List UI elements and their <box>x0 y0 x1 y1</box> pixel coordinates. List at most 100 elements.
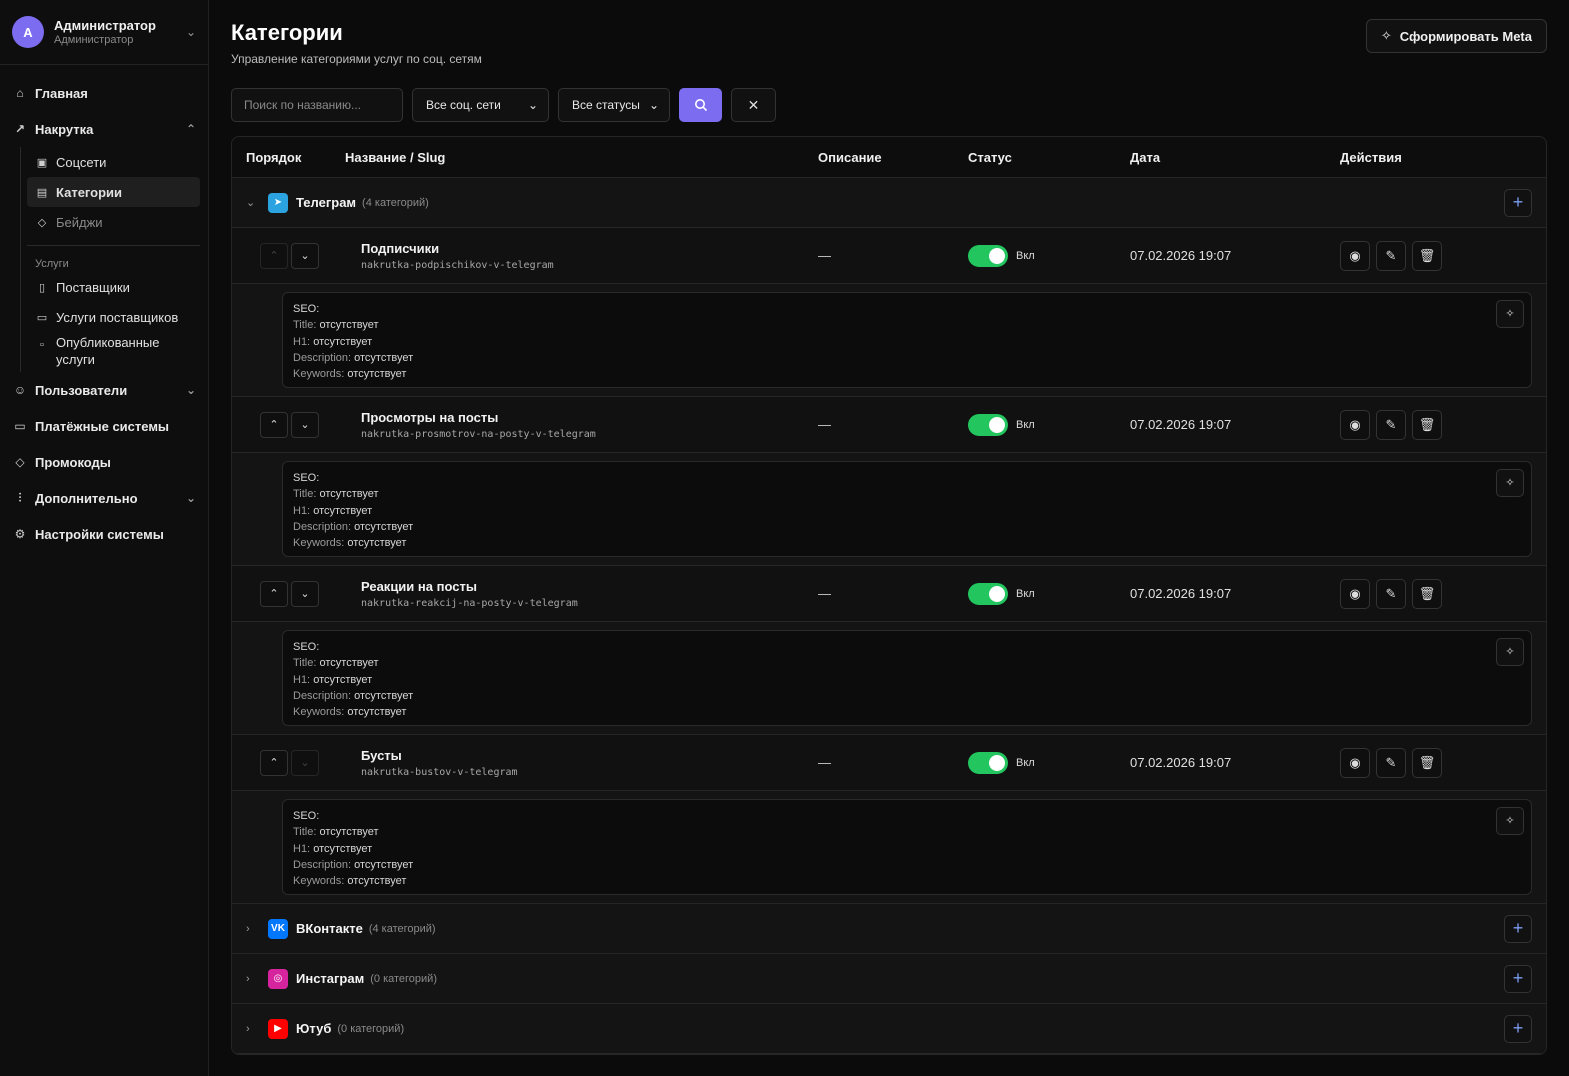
group-row-telegram[interactable]: ⌄ ➤ Телеграм (4 категорий) + <box>232 178 1546 228</box>
close-icon: ✕ <box>747 96 760 113</box>
sidebar-item-settings[interactable]: ⚙ Настройки системы <box>8 516 200 552</box>
table-header: Порядок Название / Slug Описание Статус … <box>232 137 1546 178</box>
group-row-youtube[interactable]: › ▶ Ютуб (0 категорий) + <box>232 1004 1546 1054</box>
chevron-right-icon[interactable]: › <box>246 973 260 985</box>
view-button[interactable]: ◉ <box>1340 409 1370 440</box>
status-select[interactable]: Все статусы ⌄ <box>558 88 670 122</box>
status-label: Вкл <box>1016 587 1035 600</box>
add-category-button[interactable]: + <box>1504 188 1532 217</box>
chevron-right-icon[interactable]: › <box>246 923 260 935</box>
sidebar-item-published-services[interactable]: ▫ Опубликованные услуги <box>27 332 200 372</box>
search-input[interactable]: Поиск по названию... <box>231 88 403 122</box>
delete-button[interactable]: 🗑 <box>1412 409 1442 440</box>
seo-panel: SEO: Title: отсутствует H1: отсутствует … <box>282 292 1532 388</box>
edit-button[interactable]: ✎ <box>1376 409 1406 440</box>
edit-button[interactable]: ✎ <box>1376 578 1406 609</box>
chevron-down-icon[interactable]: ⌄ <box>246 196 260 209</box>
seo-row: SEO: Title: отсутствует H1: отсутствует … <box>232 453 1546 566</box>
move-up-button[interactable]: ⌃ <box>260 242 288 269</box>
generate-seo-button[interactable]: ✧ <box>1496 469 1524 497</box>
view-button[interactable]: ◉ <box>1340 578 1370 609</box>
delete-button[interactable]: 🗑 <box>1412 578 1442 609</box>
sidebar-item-label: Категории <box>56 184 123 200</box>
add-category-button[interactable]: + <box>1504 964 1532 993</box>
users-icon: ☺ <box>13 383 27 397</box>
eye-icon: ◉ <box>1349 247 1361 263</box>
seo-h1-value: отсутствует <box>313 335 373 348</box>
trash-icon: 🗑 <box>1418 754 1436 770</box>
add-category-button[interactable]: + <box>1504 1014 1532 1043</box>
user-menu[interactable]: A Администратор Администратор ⌄ <box>0 0 208 65</box>
sidebar-item-socials[interactable]: ▣ Соцсети <box>27 147 200 177</box>
view-button[interactable]: ◉ <box>1340 747 1370 778</box>
sidebar-item-label: Дополнительно <box>35 490 138 506</box>
category-date: 07.02.2026 19:07 <box>1130 755 1232 770</box>
status-toggle[interactable] <box>968 244 1008 267</box>
generate-seo-button[interactable]: ✧ <box>1496 300 1524 328</box>
edit-icon: ✎ <box>1385 247 1397 263</box>
generate-seo-button[interactable]: ✧ <box>1496 638 1524 666</box>
clear-filters-button[interactable]: ✕ <box>731 88 776 122</box>
seo-description-label: Description: <box>293 858 352 871</box>
table-row: ⌃ ⌄ Просмотры на посты nakrutka-prosmotr… <box>232 397 1546 453</box>
seo-h1-label: H1: <box>293 335 311 348</box>
label-line-1: Опубликованные <box>56 335 160 350</box>
sidebar-item-payments[interactable]: ▭ Платёжные системы <box>8 408 200 444</box>
sidebar-item-home[interactable]: ⌂ Главная <box>8 75 200 111</box>
share-icon: ▣ <box>36 156 48 169</box>
move-up-button[interactable]: ⌃ <box>260 411 288 438</box>
sidebar-item-badges[interactable]: ◇ Бейджи <box>27 207 200 237</box>
move-up-button[interactable]: ⌃ <box>260 749 288 776</box>
seo-keywords-label: Keywords: <box>293 706 345 719</box>
seo-description-value: отсутствует <box>354 351 414 364</box>
sparkles-icon: ✧ <box>1505 645 1515 658</box>
move-down-button[interactable]: ⌄ <box>291 242 319 269</box>
sidebar-item-users[interactable]: ☺ Пользователи ⌄ <box>8 372 200 408</box>
sidebar-item-promocodes[interactable]: ◇ Промокоды <box>8 444 200 480</box>
sparkles-icon: ✧ <box>1505 307 1515 320</box>
edit-button[interactable]: ✎ <box>1376 747 1406 778</box>
generate-seo-button[interactable]: ✧ <box>1496 807 1524 835</box>
category-name: Бусты <box>361 747 402 763</box>
network-select[interactable]: Все соц. сети ⌄ <box>412 88 549 122</box>
button-label: Сформировать Meta <box>1399 28 1532 44</box>
delete-button[interactable]: 🗑 <box>1412 240 1442 271</box>
move-down-button[interactable]: ⌄ <box>291 749 319 776</box>
move-up-button[interactable]: ⌃ <box>260 580 288 607</box>
chevron-down-icon: ⌄ <box>527 98 538 112</box>
seo-h1-value: отсутствует <box>313 504 373 517</box>
category-slug: nakrutka-podpischikov-v-telegram <box>361 259 554 271</box>
edit-button[interactable]: ✎ <box>1376 240 1406 271</box>
select-value: Все статусы <box>572 98 640 112</box>
seo-title-label: Title: <box>293 657 317 670</box>
group-row-instagram[interactable]: › ◎ Инстаграм (0 категорий) + <box>232 954 1546 1004</box>
seo-h1-label: H1: <box>293 504 311 517</box>
group-name: Телеграм <box>296 195 357 210</box>
add-category-button[interactable]: + <box>1504 914 1532 943</box>
column-header-order: Порядок <box>246 149 302 165</box>
move-down-button[interactable]: ⌄ <box>291 580 319 607</box>
divider <box>27 245 200 246</box>
category-name: Реакции на посты <box>361 578 477 594</box>
sidebar-item-nakrutka[interactable]: ↗ Накрутка ⌃ <box>8 111 200 147</box>
sidebar-item-suppliers[interactable]: ▯ Поставщики <box>27 272 200 302</box>
chevron-right-icon[interactable]: › <box>246 1023 260 1035</box>
sidebar-item-categories[interactable]: ▤ Категории <box>27 177 200 207</box>
delete-button[interactable]: 🗑 <box>1412 747 1442 778</box>
status-toggle[interactable] <box>968 582 1008 605</box>
search-button[interactable] <box>679 88 722 122</box>
seo-panel: SEO: Title: отсутствует H1: отсутствует … <box>282 630 1532 726</box>
seo-keywords-label: Keywords: <box>293 368 345 381</box>
chevron-down-icon[interactable]: ⌄ <box>186 25 196 39</box>
generate-meta-button[interactable]: ✧ Сформировать Meta <box>1365 19 1547 53</box>
status-toggle[interactable] <box>968 413 1008 436</box>
move-down-button[interactable]: ⌄ <box>291 411 319 438</box>
status-toggle[interactable] <box>968 751 1008 774</box>
group-count: (0 категорий) <box>337 1022 405 1035</box>
column-header-name: Название / Slug <box>345 149 446 165</box>
sidebar-item-label: Поставщики <box>56 279 130 295</box>
sidebar-item-supplier-services[interactable]: ▭ Услуги поставщиков <box>27 302 200 332</box>
sidebar-item-extra[interactable]: ⫶ Дополнительно ⌄ <box>8 480 200 516</box>
group-row-vkontakte[interactable]: › VK ВКонтакте (4 категорий) + <box>232 904 1546 954</box>
view-button[interactable]: ◉ <box>1340 240 1370 271</box>
